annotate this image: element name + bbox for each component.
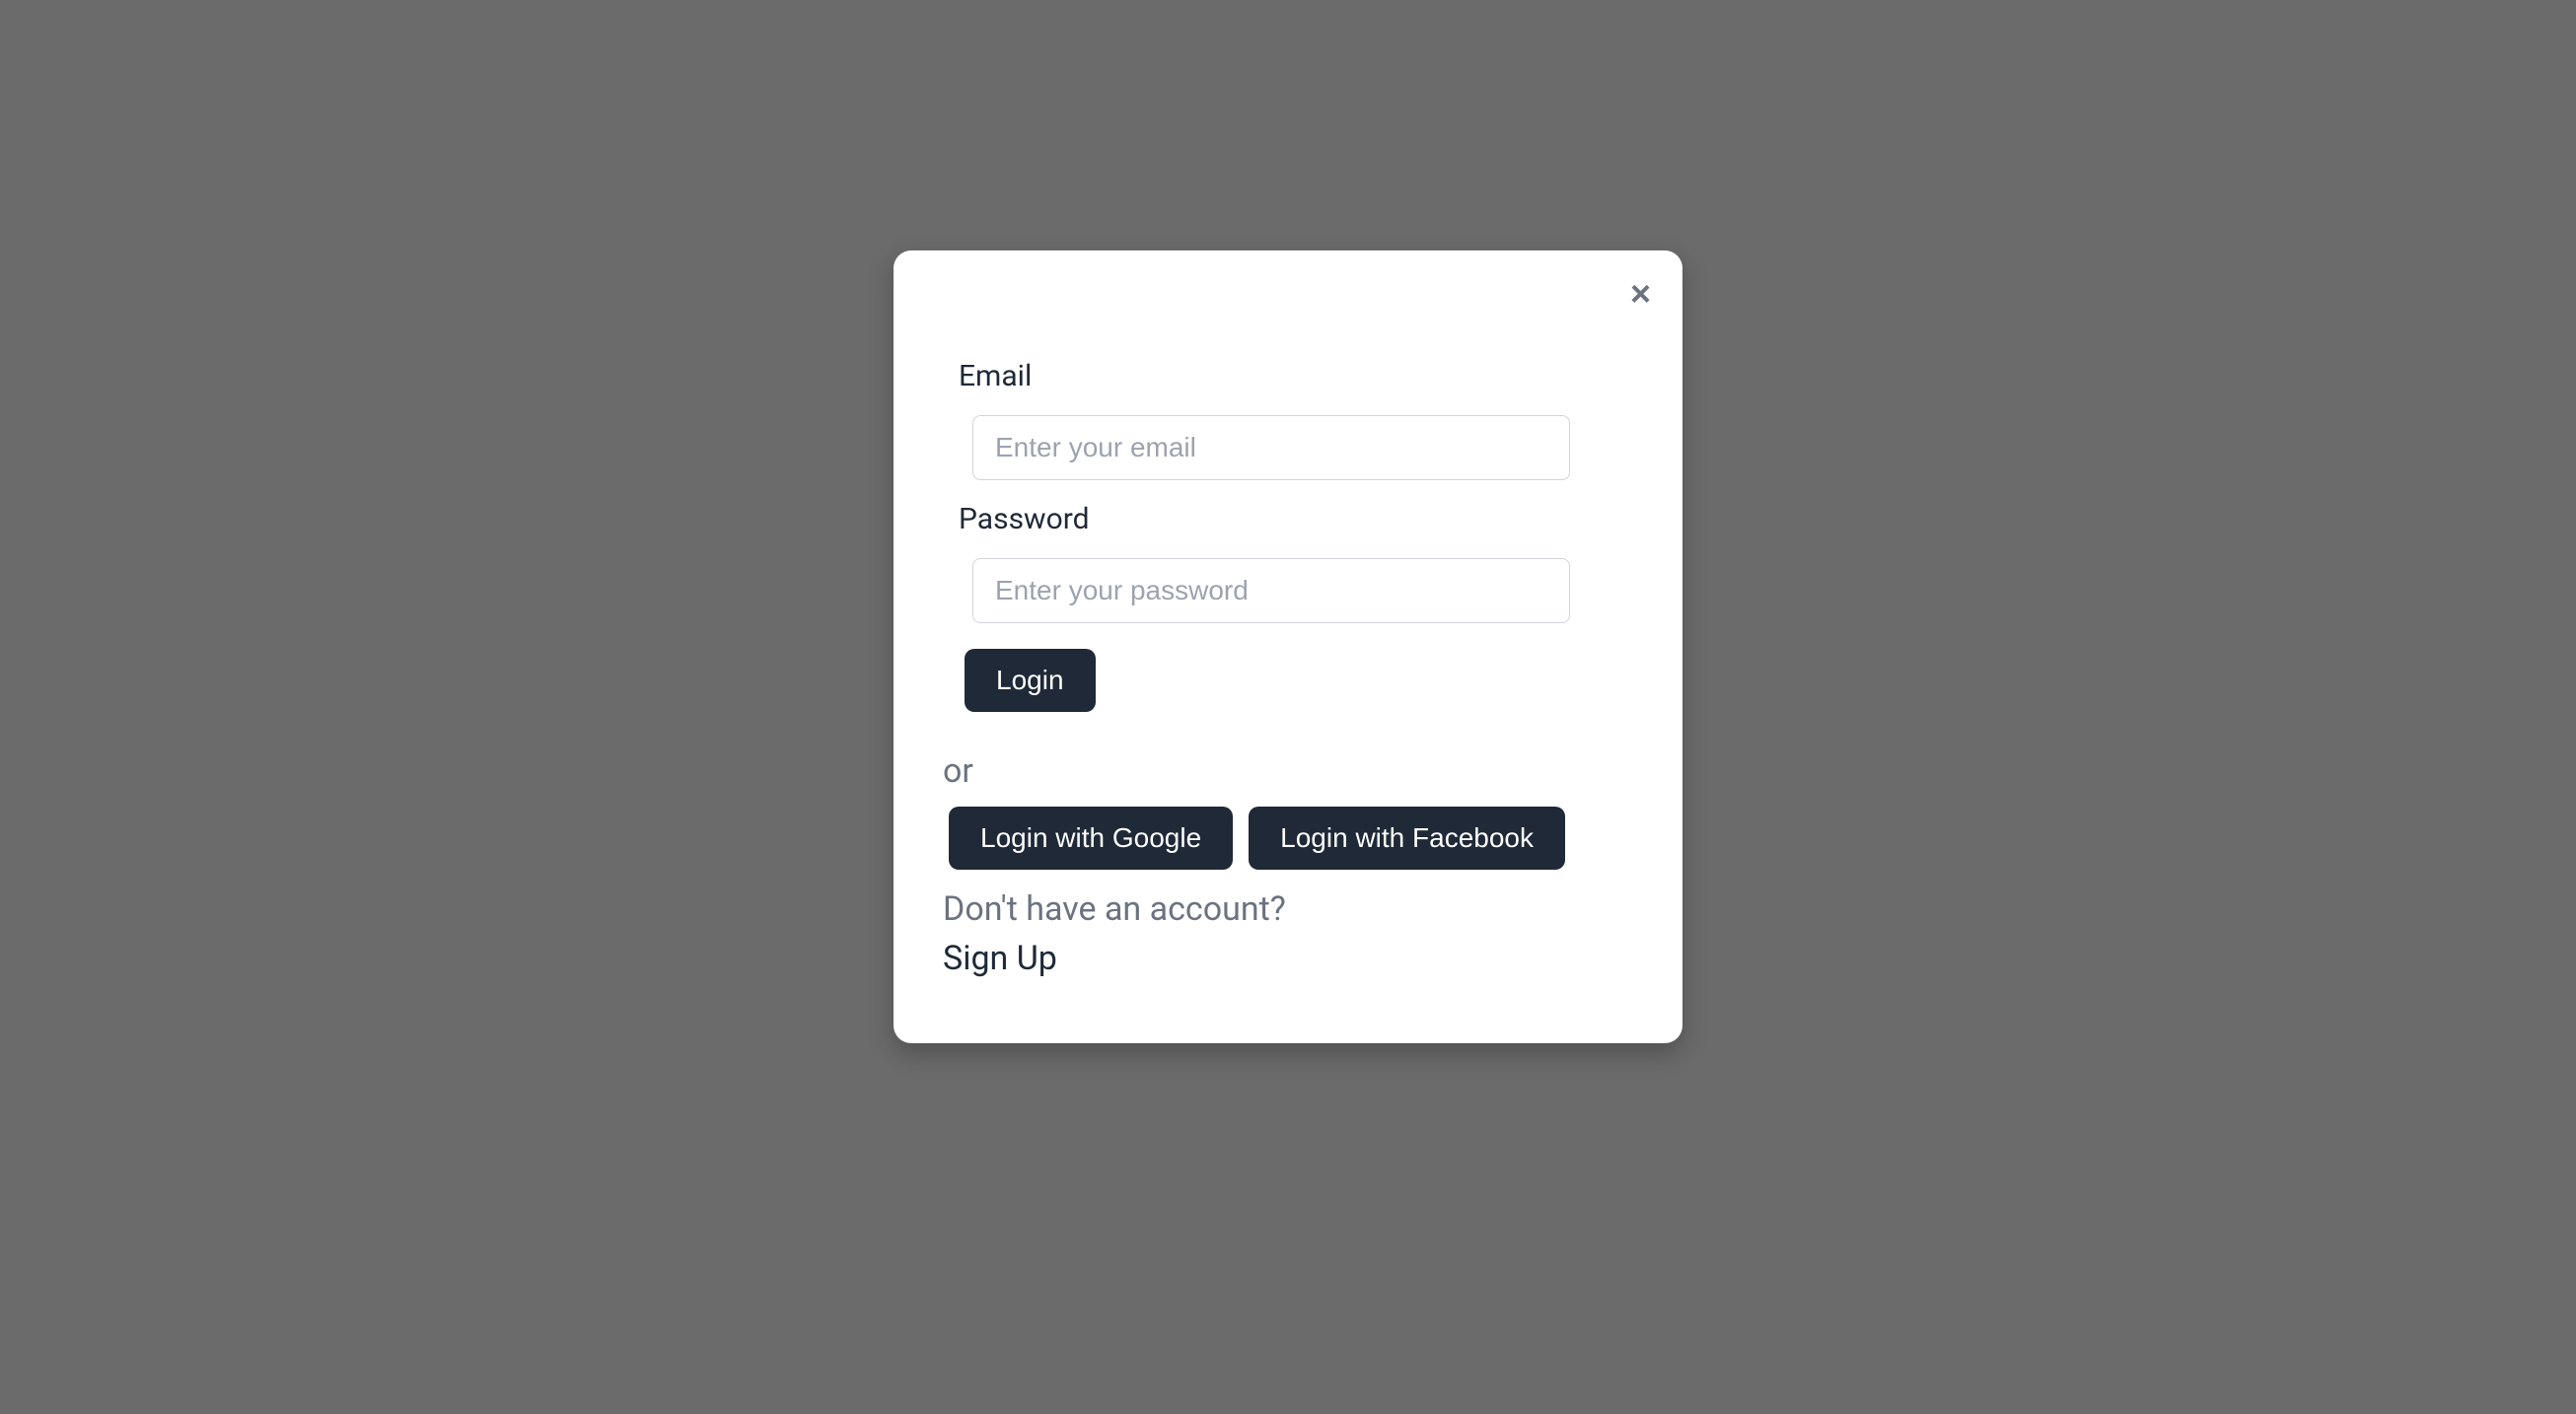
email-input[interactable]	[972, 415, 1570, 480]
social-login-row: Login with Google Login with Facebook	[949, 807, 1617, 870]
close-icon: ×	[1630, 273, 1651, 314]
divider-text: or	[943, 751, 1617, 791]
signup-link[interactable]: Sign Up	[943, 939, 1057, 978]
login-facebook-button[interactable]: Login with Facebook	[1249, 807, 1565, 870]
email-label: Email	[959, 359, 1617, 393]
login-form: Email Password Login or Login with Googl…	[959, 280, 1617, 978]
login-modal: × Email Password Login or Login with Goo…	[894, 250, 1682, 1043]
close-button[interactable]: ×	[1626, 272, 1655, 316]
password-label: Password	[959, 502, 1617, 536]
signup-prompt: Don't have an account?	[943, 889, 1617, 929]
password-input[interactable]	[972, 558, 1570, 623]
password-field-group: Password	[959, 502, 1617, 623]
email-field-group: Email	[959, 359, 1617, 480]
login-google-button[interactable]: Login with Google	[949, 807, 1233, 870]
login-button[interactable]: Login	[965, 649, 1096, 712]
